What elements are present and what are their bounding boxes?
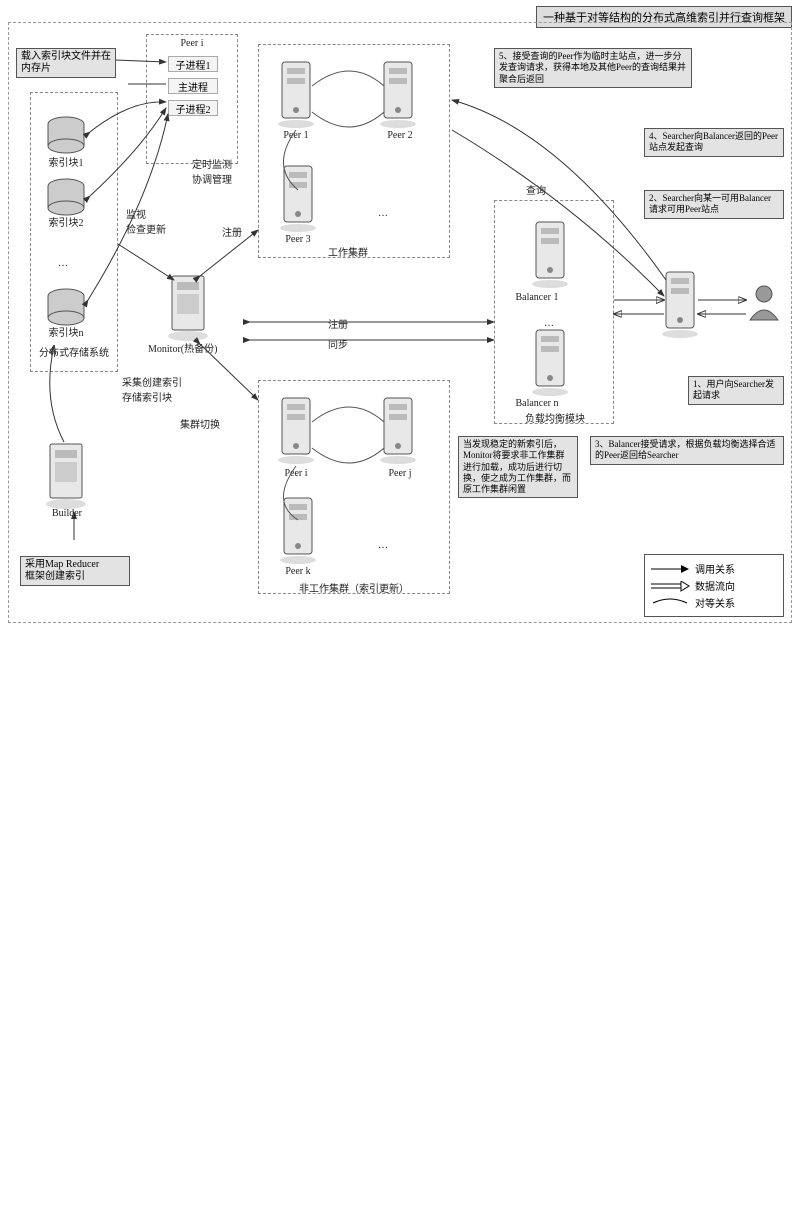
index-block-2: 索引块2 <box>44 214 88 229</box>
peer-i-label: Peer i <box>170 38 214 49</box>
legend-data-label: 数据流向 <box>695 578 735 593</box>
legend-data: 数据流向 <box>651 578 777 593</box>
work-cluster-label: 工作集群 <box>318 244 378 259</box>
switch-detail-note: 当发现稳定的新索引后，Monitor将要求非工作集群进行加载，成功后进行切换，使… <box>458 436 578 498</box>
timer-note: 定时监测 协调管理 <box>192 156 252 186</box>
index-block-n: 索引块n <box>44 324 88 339</box>
query-label: 查询 <box>526 182 546 197</box>
peer-i2-label: Peer i <box>274 468 318 479</box>
peer-dots: … <box>378 208 388 219</box>
inactive-cluster-box <box>258 380 450 594</box>
lb-module-label: 负载均衡模块 <box>510 410 600 425</box>
legend-peer-label: 对等关系 <box>695 595 735 610</box>
builder-label: Builder <box>42 508 92 519</box>
monitor-check-note: 监视 检查更新 <box>126 206 178 236</box>
peer-i-box <box>146 34 238 164</box>
subprocess-2: 子进程2 <box>168 100 218 116</box>
inactive-cluster-label: 非工作集群（索引更新） <box>268 580 440 595</box>
peer-j-label: Peer j <box>378 468 422 479</box>
peer-2-label: Peer 2 <box>378 130 422 141</box>
index-block-1: 索引块1 <box>44 154 88 169</box>
dist-storage-label: 分布式存储系统 <box>36 344 112 359</box>
peer-1-label: Peer 1 <box>274 130 318 141</box>
legend-box: 调用关系 数据流向 对等关系 <box>644 554 784 617</box>
main-process: 主进程 <box>168 78 218 94</box>
step4-note: 4、Searcher向Balancer返回的Peer站点发起查询 <box>644 128 784 157</box>
inactive-dots: … <box>378 540 388 551</box>
peer-3-label: Peer 3 <box>276 234 320 245</box>
step5-note: 5、接受查询的Peer作为临时主站点，进一步分发查询请求，获得本地及其他Peer… <box>494 48 692 88</box>
index-dots: … <box>58 258 68 269</box>
balancer-dots: … <box>544 318 554 329</box>
lb-module-box <box>494 200 614 424</box>
cluster-switch-label: 集群切换 <box>180 416 220 431</box>
step1-note: 1、用户向Searcher发起请求 <box>688 376 784 405</box>
step3-note: 3、Balancer接受请求，根据负载均衡选择合适的Peer返回给Searche… <box>590 436 784 465</box>
legend-call: 调用关系 <box>651 561 777 576</box>
step2-note: 2、Searcher向某一可用Balancer请求可用Peer站点 <box>644 190 784 219</box>
work-cluster-box <box>258 44 450 258</box>
register2-label: 注册 <box>328 316 348 331</box>
register-label: 注册 <box>222 224 242 239</box>
builder-note: 采集创建索引 存储索引块 <box>122 374 212 404</box>
legend-call-label: 调用关系 <box>695 561 735 576</box>
balancer-1-label: Balancer 1 <box>502 292 572 303</box>
mapreducer-note: 采用Map Reducer 框架创建索引 <box>20 556 130 586</box>
balancer-n-label: Balancer n <box>502 398 572 409</box>
subprocess-1: 子进程1 <box>168 56 218 72</box>
sync-label: 同步 <box>328 336 348 351</box>
monitor-label: Monitor(热备份) <box>148 340 217 355</box>
legend-peer: 对等关系 <box>651 595 777 610</box>
note-load-index: 载入索引块文件并在内存片 <box>16 48 116 78</box>
peer-k-label: Peer k <box>276 566 320 577</box>
